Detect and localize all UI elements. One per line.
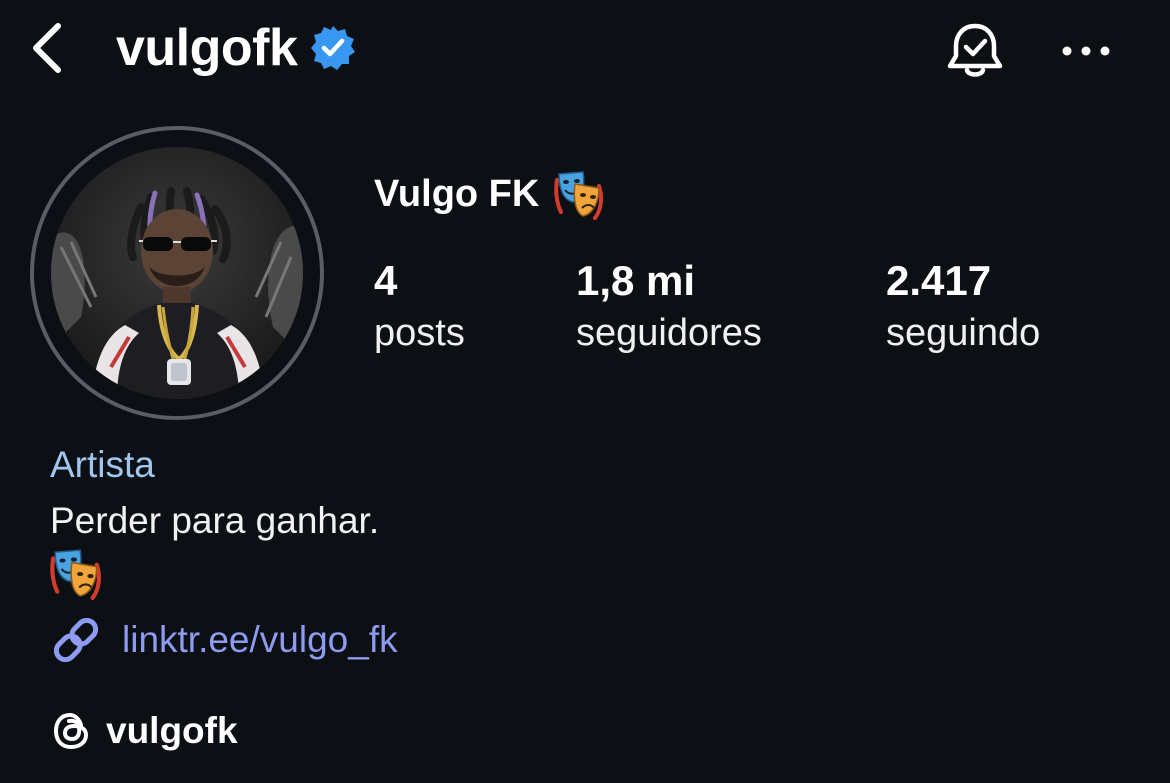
threads-icon: [53, 712, 89, 750]
posts-label: posts: [374, 312, 465, 354]
threads-badge[interactable]: vulgofk: [50, 708, 238, 754]
more-options-icon: [1062, 46, 1110, 56]
performing-arts-masks-icon: [553, 168, 605, 220]
posts-count: 4: [374, 257, 398, 304]
profile-category: Artista: [50, 444, 155, 485]
bio-link[interactable]: linktr.ee/vulgo_fk: [50, 614, 398, 666]
stat-followers[interactable]: 1,8 mi seguidores: [576, 256, 762, 356]
avatar-ring[interactable]: [30, 126, 324, 420]
username-text: vulgofk: [116, 19, 298, 77]
followers-count: 1,8 mi: [576, 257, 696, 304]
profile-photo: [51, 147, 303, 399]
display-name-text: Vulgo FK: [374, 173, 540, 215]
more-options-button[interactable]: [1056, 26, 1116, 76]
verified-badge-icon: [309, 24, 357, 72]
followers-label: seguidores: [576, 312, 762, 354]
display-name: Vulgo FK: [374, 168, 605, 220]
stat-following[interactable]: 2.417 seguindo: [886, 256, 1040, 356]
profile-username: vulgofk: [116, 18, 357, 78]
following-label: seguindo: [886, 312, 1041, 354]
stat-posts[interactable]: 4 posts: [374, 256, 465, 356]
back-chevron-icon: [33, 23, 61, 73]
notification-bell-check-icon: [947, 23, 1003, 77]
back-button[interactable]: [22, 16, 70, 80]
bio-text: Perder para ganhar.: [50, 500, 380, 541]
threads-handle: vulgofk: [106, 710, 238, 751]
avatar[interactable]: [51, 147, 303, 399]
link-icon: [53, 617, 99, 663]
performing-arts-masks-icon: [48, 546, 104, 600]
link-text[interactable]: linktr.ee/vulgo_fk: [122, 617, 398, 663]
notifications-button[interactable]: [942, 18, 1008, 84]
top-bar: vulgofk: [0, 0, 1170, 100]
following-count: 2.417: [886, 257, 992, 304]
